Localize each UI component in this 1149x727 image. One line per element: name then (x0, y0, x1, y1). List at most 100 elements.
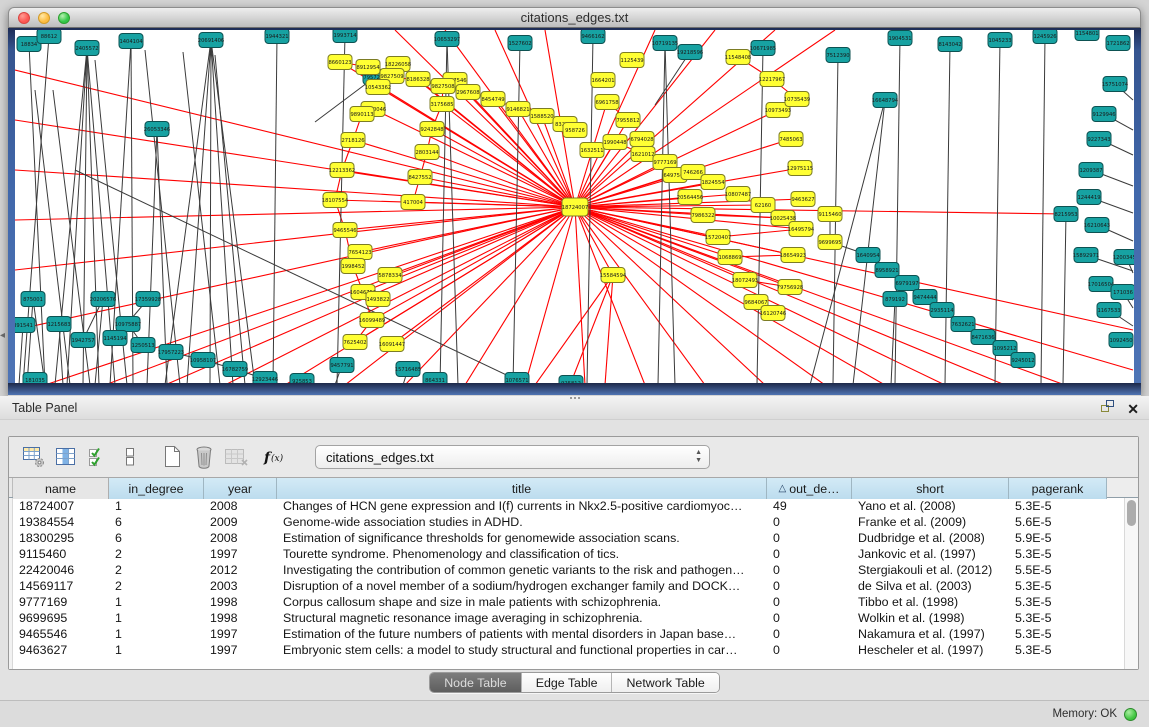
graph-node[interactable]: 391541 (15, 318, 35, 333)
red-edge[interactable] (15, 207, 575, 220)
graph-node[interactable]: 7654123 (348, 245, 372, 260)
column-header-short[interactable]: short (852, 478, 1009, 499)
graph-node[interactable]: 20564456 (677, 190, 703, 205)
graph-node[interactable]: 2803144 (415, 145, 439, 160)
graph-node[interactable]: 1145194 (103, 331, 127, 346)
graph-node[interactable]: 875001 (21, 292, 45, 307)
delete-column-icon[interactable] (189, 443, 219, 471)
table-row[interactable]: 946362711997Embryonic stem cells: a mode… (13, 642, 1112, 658)
graph-node[interactable]: 879192 (883, 292, 907, 307)
black-edge[interactable] (210, 40, 211, 383)
graph-node[interactable]: 10653297 (434, 32, 460, 47)
network-canvas[interactable]: 1872400718834886122405572140410420691406… (15, 30, 1134, 383)
graph-node[interactable]: 20206576 (90, 292, 116, 307)
graph-node[interactable]: 18072493 (732, 273, 758, 288)
table-row[interactable]: 1830029562008Estimation of significance … (13, 530, 1112, 546)
graph-node[interactable]: 1944321 (265, 30, 289, 44)
graph-node[interactable]: 1721862 (1106, 36, 1130, 51)
table-row[interactable]: 1938455462009Genome-wide association stu… (13, 514, 1112, 530)
graph-node[interactable]: 10543362 (365, 80, 391, 95)
black-edge[interactable] (945, 44, 950, 383)
table-row[interactable]: 977716911998Corpus callosum shape and si… (13, 594, 1112, 610)
minimize-window-button[interactable] (38, 12, 50, 24)
graph-node[interactable]: 12003454 (1113, 250, 1134, 265)
red-edge[interactable] (575, 207, 1065, 383)
black-edge[interactable] (273, 36, 277, 383)
black-edge[interactable] (211, 40, 255, 383)
graph-node[interactable]: 8186328 (406, 72, 430, 87)
graph-node[interactable]: 9827508 (431, 79, 455, 94)
graph-node[interactable]: 7955812 (616, 113, 640, 128)
graph-node[interactable]: 7625402 (343, 335, 367, 350)
graph-node[interactable]: 7632621 (951, 317, 975, 332)
panel-resize-grip[interactable] (570, 397, 580, 399)
graph-node[interactable]: 20691406 (198, 33, 224, 48)
graph-node[interactable]: 88612 (37, 30, 61, 44)
graph-node[interactable]: 8454749 (481, 92, 505, 107)
graph-node[interactable]: 62160 (751, 198, 775, 213)
vertical-scrollbar[interactable] (1124, 498, 1138, 669)
graph-node[interactable]: 12217967 (759, 72, 785, 87)
graph-node[interactable]: 79756928 (777, 280, 803, 295)
graph-node[interactable]: 3175685 (430, 97, 454, 112)
graph-node[interactable]: 19218596 (677, 45, 703, 60)
table-row[interactable]: 2242004622012Investigating the contribut… (13, 562, 1112, 578)
graph-node[interactable]: 2967608 (456, 85, 480, 100)
column-header-out_de[interactable]: △out_de… (767, 478, 852, 499)
graph-node[interactable]: 16120746 (760, 306, 786, 321)
graph-node[interactable]: 1824554 (701, 175, 725, 190)
black-edge[interactable] (35, 90, 70, 383)
black-edge[interactable] (891, 299, 895, 383)
black-edge[interactable] (187, 40, 211, 383)
red-edge[interactable] (378, 87, 575, 207)
table-mode-icon[interactable] (19, 443, 49, 471)
graph-node[interactable]: 16091447 (379, 337, 405, 352)
red-edge[interactable] (535, 275, 613, 383)
graph-node[interactable]: 1588520 (530, 109, 554, 124)
graph-node[interactable]: 1942757 (71, 333, 95, 348)
graph-node[interactable]: 5878334 (378, 268, 402, 283)
graph-node[interactable]: 10958107 (190, 353, 216, 368)
graph-node[interactable]: 925812 (559, 376, 583, 384)
graph-node[interactable]: 9466162 (581, 30, 605, 44)
black-edge[interactable] (1063, 214, 1066, 383)
graph-node[interactable]: 11548408 (725, 50, 751, 65)
graph-node[interactable]: 8427552 (408, 170, 432, 185)
graph-node[interactable]: 12213362 (329, 163, 355, 178)
graph-node[interactable]: 1990448 (603, 135, 627, 150)
red-edge[interactable] (575, 207, 765, 383)
graph-node[interactable]: 2718126 (341, 133, 365, 148)
graph-node[interactable]: 7512390 (826, 48, 850, 63)
graph-node[interactable]: 9457791 (330, 358, 354, 373)
table-row[interactable]: 1456911722003Disruption of a novel membe… (13, 578, 1112, 594)
black-edge[interactable] (895, 38, 900, 383)
graph-node[interactable]: 26053346 (144, 122, 170, 137)
graph-node[interactable]: 7485063 (779, 132, 803, 147)
graph-node[interactable]: 1045233 (988, 33, 1012, 48)
graph-node[interactable]: 1250513 (131, 338, 155, 353)
graph-node[interactable]: 6794028 (630, 132, 654, 147)
column-header-title[interactable]: title (277, 478, 767, 499)
column-header-in_degree[interactable]: in_degree (109, 478, 204, 499)
table-row[interactable]: 911546021997Tourette syndrome. Phenomeno… (13, 546, 1112, 562)
show-column-icon[interactable] (51, 443, 81, 471)
graph-node[interactable]: 925853 (290, 374, 314, 384)
graph-node[interactable]: 1245926 (1033, 30, 1057, 44)
graph-node[interactable]: 15584594 (600, 268, 627, 283)
column-header-name[interactable]: name (13, 478, 109, 499)
zoom-window-button[interactable] (58, 12, 70, 24)
black-edge[interactable] (1041, 36, 1045, 383)
graph-node[interactable]: 417004 (401, 195, 425, 210)
graph-node[interactable]: 171036 (1111, 285, 1134, 300)
black-edge[interactable] (995, 40, 1000, 383)
graph-node[interactable]: 10719135 (652, 36, 678, 51)
red-edge[interactable] (575, 207, 585, 383)
graph-node[interactable]: 16495794 (788, 222, 815, 237)
graph-node[interactable]: 1527602 (508, 36, 532, 51)
scrollbar-thumb[interactable] (1127, 500, 1136, 526)
select-all-columns-icon[interactable] (83, 443, 113, 471)
graph-node[interactable]: 1998452 (341, 259, 365, 274)
graph-node[interactable]: 7986322 (691, 208, 715, 223)
graph-node[interactable]: 18107554 (322, 193, 349, 208)
graph-node[interactable]: 181035 (23, 373, 47, 384)
